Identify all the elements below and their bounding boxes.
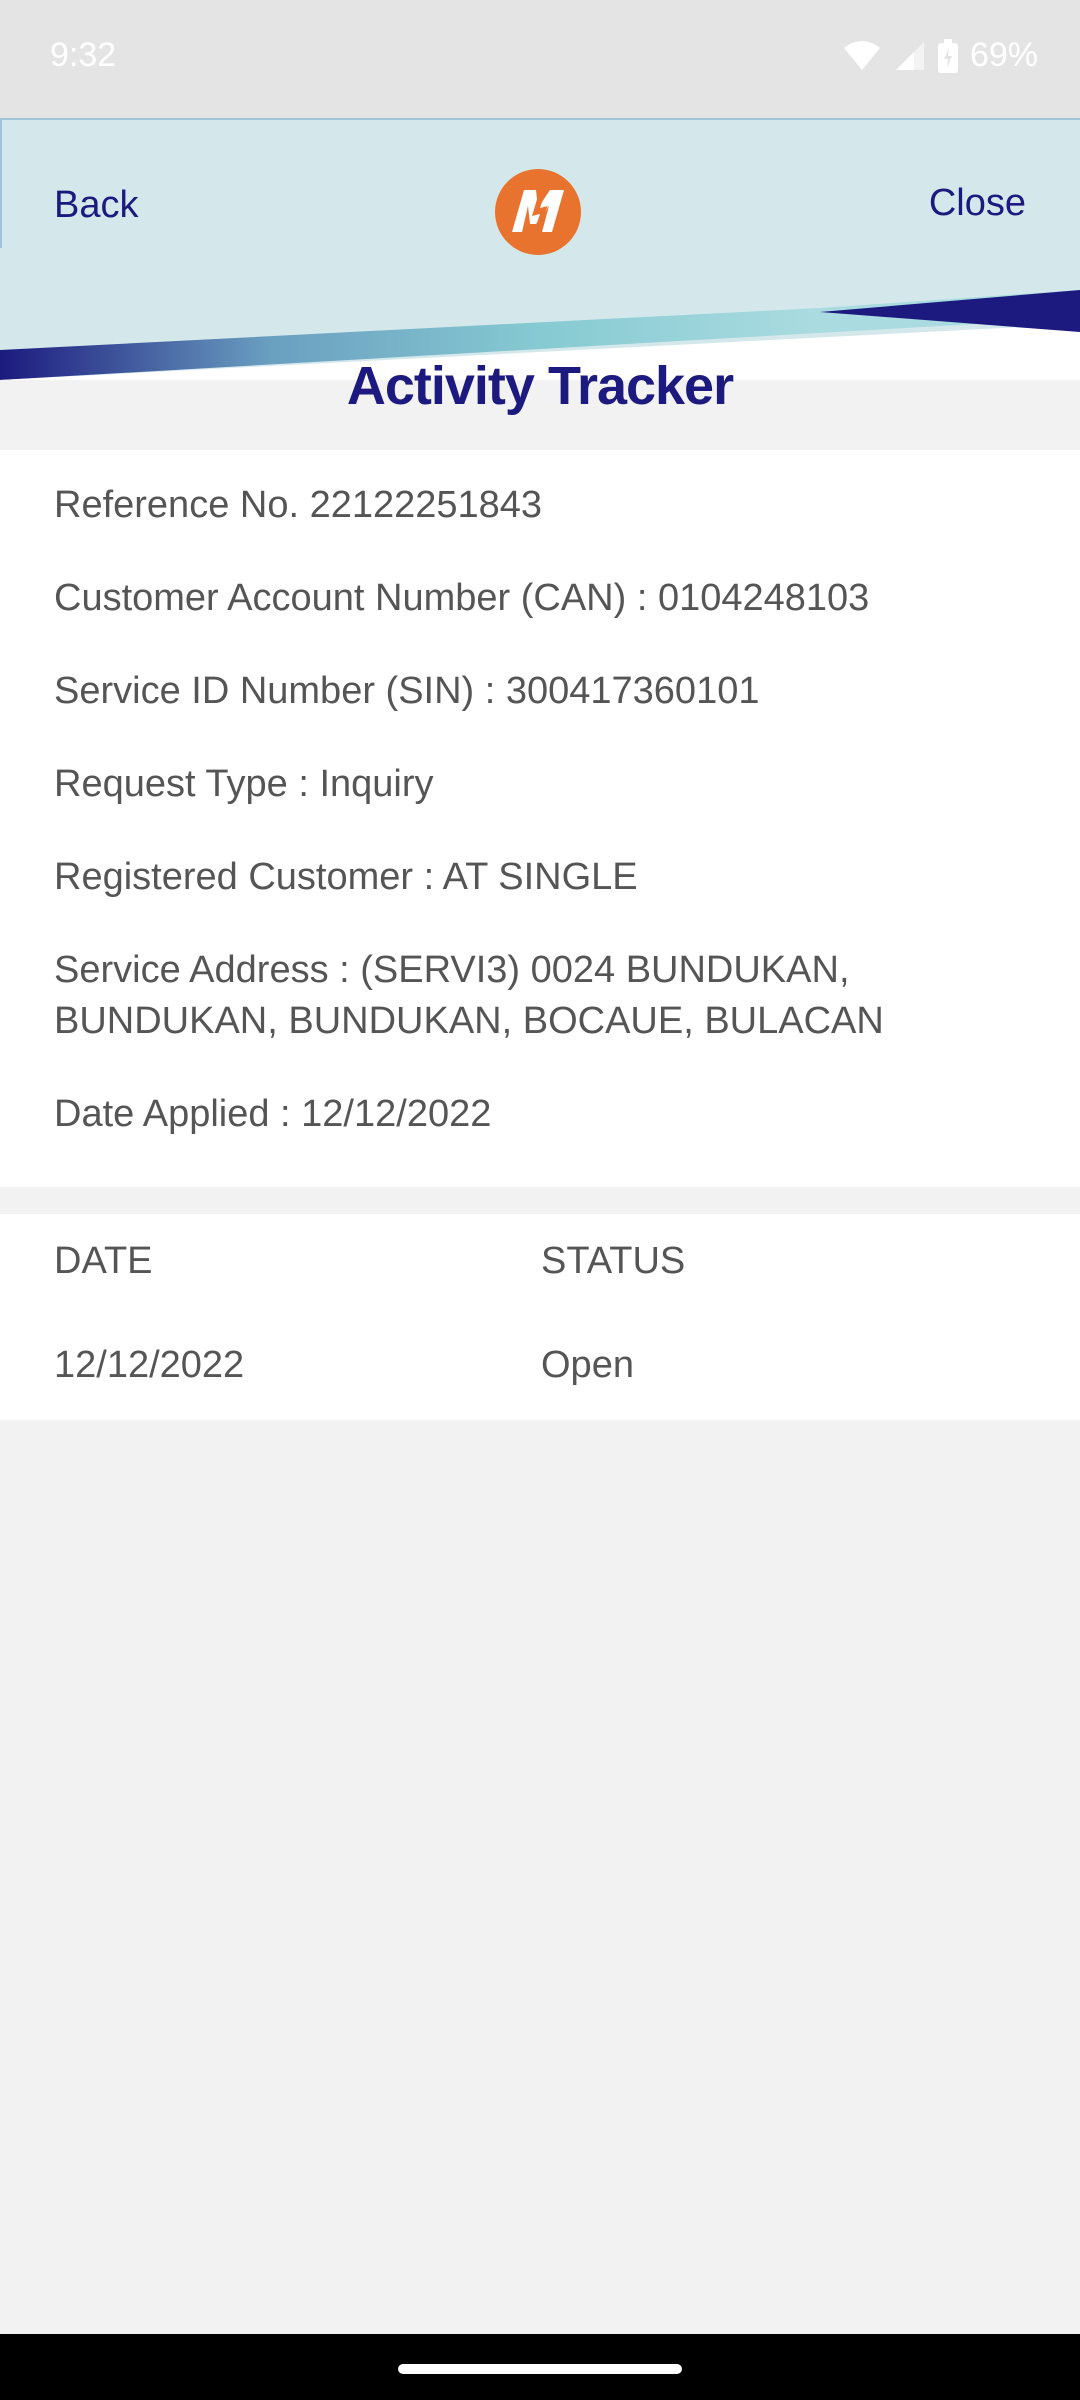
service-address-line-2: BUNDUKAN, BUNDUKAN, BOCAUE, BULACAN [54,1000,884,1042]
app-header: Back Close [0,118,1080,380]
customer-account-number: Customer Account Number (CAN) : 01042481… [54,577,870,619]
table-header-date: DATE [54,1240,153,1282]
table-header-status: STATUS [541,1240,686,1282]
status-icons: 69% [842,36,1038,75]
battery-percent: 69% [969,36,1038,74]
status-bar: 9:32 69% [0,0,1080,118]
meralco-logo-icon [494,168,582,256]
request-details: Reference No. 22122251843 Customer Accou… [0,450,1080,1187]
close-button[interactable]: Close [929,182,1026,225]
system-navigation-bar [0,2334,1080,2400]
service-id-number: Service ID Number (SIN) : 300417360101 [54,670,760,712]
table-cell-status: Open [541,1344,634,1386]
home-indicator[interactable] [398,2364,682,2374]
registered-customer: Registered Customer : AT SINGLE [54,856,638,898]
back-button[interactable]: Back [54,184,138,227]
wifi-icon [842,40,882,72]
table-cell-date: 12/12/2022 [54,1344,245,1386]
date-applied: Date Applied : 12/12/2022 [54,1093,492,1135]
status-time: 9:32 [50,36,117,74]
battery-icon [937,38,958,73]
cellular-signal-icon [894,40,926,72]
request-type: Request Type : Inquiry [54,763,434,805]
page-title: Activity Tracker [346,356,734,416]
service-address-line-1: Service Address : (SERVI3) 0024 BUNDUKAN… [54,949,850,991]
status-table: DATE STATUS 12/12/2022 Open [0,1214,1080,1420]
reference-number: Reference No. 22122251843 [54,484,543,526]
